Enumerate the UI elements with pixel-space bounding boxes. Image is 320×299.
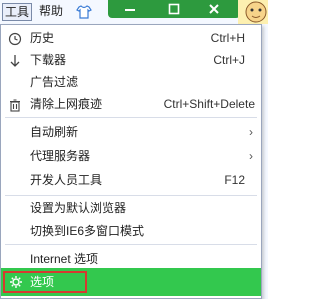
clock-icon [8,31,22,46]
menu-item-options[interactable]: 选项 [1,268,261,296]
menu-item-label: 设置为默认浏览器 [30,201,127,215]
submenu-arrow-icon: › [249,125,253,139]
menu-item-auto-refresh[interactable]: 自动刷新 › [1,121,261,143]
menu-item-label: 选项 [30,275,55,289]
menu-item-clear-history[interactable]: 清除上网痕迹 Ctrl+Shift+Delete [1,93,261,115]
page-edge [262,24,268,299]
menu-separator [5,244,257,245]
menu-item-internet-options[interactable]: Internet 选项 [1,248,261,270]
skin-shirt-icon[interactable] [76,4,92,20]
menu-item-shortcut: Ctrl+H [210,31,245,45]
menu-item-shortcut: Ctrl+J [213,53,245,67]
close-icon [209,4,219,14]
maximize-icon [168,3,180,15]
maximize-button[interactable] [158,1,190,17]
minimize-button[interactable] [114,1,146,17]
menu-item-label: 清除上网痕迹 [30,97,103,111]
browser-window: 工具 帮助 历史 Ctrl+H 下载器 Ctrl+J 广告过滤 清除上网痕迹 C… [0,0,268,299]
menu-item-history[interactable]: 历史 Ctrl+H [1,27,261,49]
menu-item-set-default-browser[interactable]: 设置为默认浏览器 [1,197,261,219]
gear-icon [9,275,23,289]
minimize-icon [125,9,135,11]
menu-item-downloader[interactable]: 下载器 Ctrl+J [1,49,261,71]
menu-item-label: 自动刷新 [30,125,79,139]
menu-item-shortcut: F12 [224,173,245,187]
menu-item-label: 下载器 [30,53,67,67]
menu-bar: 工具 帮助 [0,0,268,60]
menu-item-label: 历史 [30,31,55,45]
menu-item-label: 开发人员工具 [30,173,103,187]
menu-item-switch-ie6-mode[interactable]: 切换到IE6多窗口模式 [1,220,261,242]
download-arrow-icon [8,53,22,67]
window-controls [108,0,240,18]
menu-item-label: Internet 选项 [30,252,99,266]
menu-item-proxy-server[interactable]: 代理服务器 › [1,145,261,167]
menu-item-label: 广告过滤 [30,75,79,89]
submenu-arrow-icon: › [249,149,253,163]
menu-separator [5,117,257,118]
tools-menu-button[interactable]: 工具 [2,3,33,21]
menu-item-label: 切换到IE6多窗口模式 [30,224,145,238]
menu-item-label: 代理服务器 [30,149,91,163]
menu-item-ad-filter[interactable]: 广告过滤 [1,71,261,93]
close-button[interactable] [198,1,230,17]
trash-icon [8,97,22,112]
menu-separator [5,195,257,196]
tools-dropdown-menu: 历史 Ctrl+H 下载器 Ctrl+J 广告过滤 清除上网痕迹 Ctrl+Sh… [0,24,262,299]
help-menu-button[interactable]: 帮助 [37,3,65,21]
menu-item-dev-tools[interactable]: 开发人员工具 F12 [1,169,261,191]
menu-item-shortcut: Ctrl+Shift+Delete [163,97,255,111]
